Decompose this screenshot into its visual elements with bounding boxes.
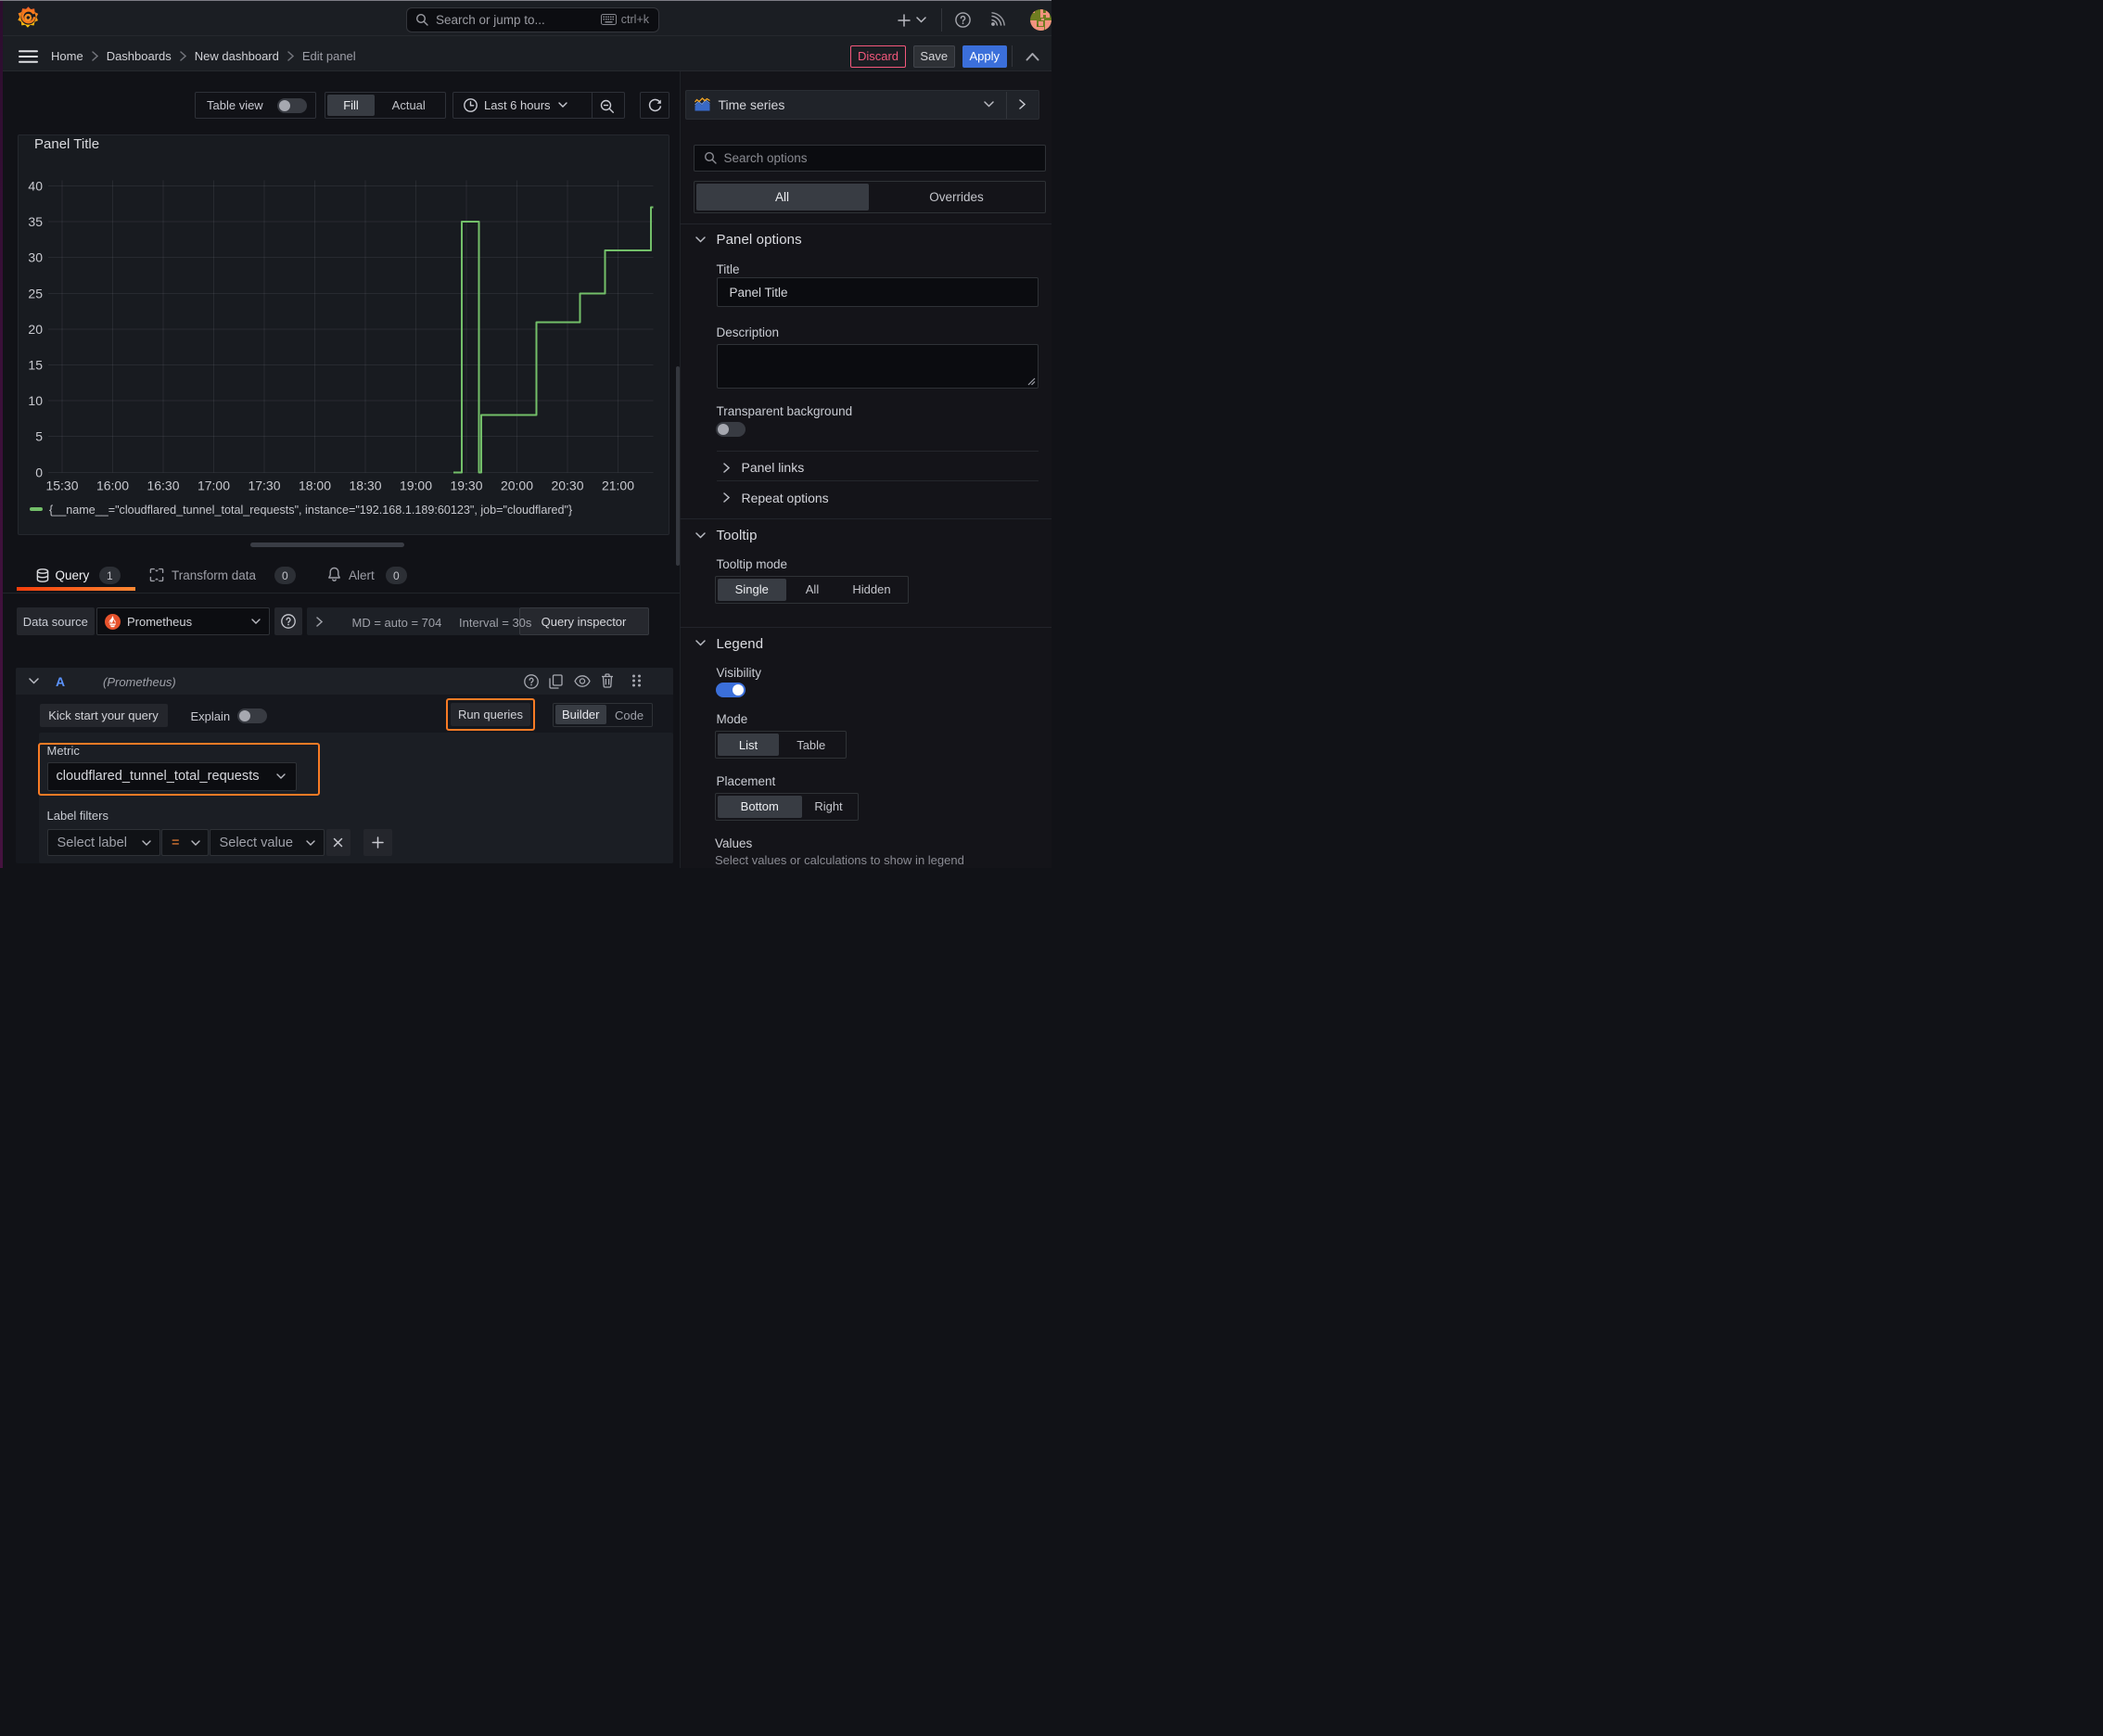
svg-text:18:30: 18:30 (349, 479, 381, 493)
svg-text:10: 10 (28, 393, 43, 408)
svg-text:21:00: 21:00 (602, 479, 634, 493)
svg-text:16:30: 16:30 (147, 479, 179, 493)
svg-text:30: 30 (28, 250, 43, 265)
svg-text:20: 20 (28, 322, 43, 337)
svg-text:5: 5 (35, 429, 43, 444)
svg-text:0: 0 (35, 466, 43, 480)
svg-text:17:30: 17:30 (248, 479, 280, 493)
svg-text:17:00: 17:00 (198, 479, 230, 493)
svg-text:18:00: 18:00 (299, 479, 331, 493)
svg-text:15:30: 15:30 (45, 479, 78, 493)
svg-text:20:30: 20:30 (551, 479, 583, 493)
svg-text:40: 40 (28, 179, 43, 194)
svg-text:35: 35 (28, 214, 43, 229)
svg-text:{__name__="cloudflared_tunnel_: {__name__="cloudflared_tunnel_total_requ… (49, 504, 572, 517)
svg-text:19:30: 19:30 (450, 479, 482, 493)
svg-text:25: 25 (28, 287, 43, 301)
svg-text:16:00: 16:00 (96, 479, 129, 493)
svg-text:15: 15 (28, 358, 43, 373)
svg-text:19:00: 19:00 (400, 479, 432, 493)
svg-text:20:00: 20:00 (501, 479, 533, 493)
